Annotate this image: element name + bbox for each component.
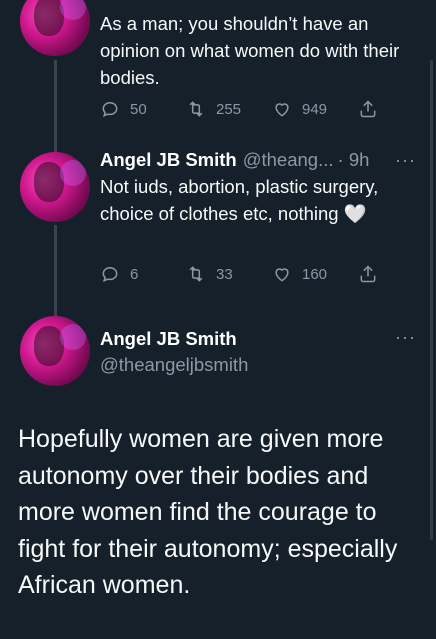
timestamp[interactable]: · 9h xyxy=(338,147,370,173)
tweet-2-body: Not iuds, abortion, plastic surgery, cho… xyxy=(100,173,422,227)
more-options-icon[interactable]: ··· xyxy=(395,150,416,171)
share-button[interactable] xyxy=(358,99,436,119)
like-count: 949 xyxy=(302,100,328,118)
avatar[interactable] xyxy=(20,152,90,222)
tweet-1-body: As a man; you shouldn’t have an opinion … xyxy=(100,13,400,88)
main-tweet-author[interactable]: Angel JB Smith @theangeljbsmith xyxy=(100,326,422,378)
retweet-button[interactable]: 33 xyxy=(186,264,272,284)
main-tweet-name-row: Angel JB Smith xyxy=(100,326,422,352)
retweet-count: 255 xyxy=(216,100,242,118)
avatar[interactable] xyxy=(20,316,90,386)
share-icon xyxy=(360,265,376,283)
reply-icon xyxy=(102,266,118,282)
heart-icon xyxy=(275,268,289,282)
avatar-face xyxy=(34,326,64,366)
author-name[interactable]: Angel JB Smith xyxy=(100,326,237,352)
avatar-face xyxy=(34,162,64,202)
author-handle[interactable]: @theangeljbsmith xyxy=(100,352,248,378)
like-count: 160 xyxy=(302,265,328,283)
reply-icon xyxy=(102,101,118,117)
thread-connector-2 xyxy=(54,225,57,320)
retweet-icon xyxy=(189,101,203,117)
retweet-count: 33 xyxy=(216,265,233,283)
avatar-glow xyxy=(60,324,86,350)
author-name[interactable]: Angel JB Smith xyxy=(100,147,237,173)
reply-count: 50 xyxy=(130,100,147,118)
share-icon xyxy=(360,100,376,118)
tweet-2[interactable]: Angel JB Smith @theang... · 9h Not iuds,… xyxy=(100,147,422,227)
tweet-2-actions: 6 33 160 xyxy=(100,264,436,284)
more-options-icon[interactable]: ··· xyxy=(395,327,416,348)
avatar-glow xyxy=(60,0,86,20)
author-handle[interactable]: @theang... xyxy=(243,147,334,173)
reply-count: 6 xyxy=(130,265,139,283)
retweet-icon xyxy=(189,266,203,282)
reply-button[interactable]: 6 xyxy=(100,264,186,284)
tweet-2-header: Angel JB Smith @theang... · 9h xyxy=(100,147,422,173)
main-tweet-body: Hopefully women are given more autonomy … xyxy=(18,425,398,599)
avatar[interactable] xyxy=(20,0,90,56)
avatar-glow xyxy=(60,160,86,186)
like-button[interactable]: 160 xyxy=(272,264,358,284)
heart-icon xyxy=(275,103,289,117)
white-heart-emoji: 🤍 xyxy=(343,203,367,224)
main-tweet-handle-row: @theangeljbsmith xyxy=(100,352,422,378)
share-button[interactable] xyxy=(358,264,436,284)
scrollbar[interactable] xyxy=(430,60,433,540)
tweet-1[interactable]: As a man; you shouldn’t have an opinion … xyxy=(100,10,422,91)
like-button[interactable]: 949 xyxy=(272,99,358,119)
thread-connector-1 xyxy=(54,60,57,152)
tweet-2-body-text: Not iuds, abortion, plastic surgery, cho… xyxy=(100,176,379,224)
tweet-1-actions: 50 255 949 xyxy=(100,99,436,119)
reply-button[interactable]: 50 xyxy=(100,99,186,119)
retweet-button[interactable]: 255 xyxy=(186,99,272,119)
